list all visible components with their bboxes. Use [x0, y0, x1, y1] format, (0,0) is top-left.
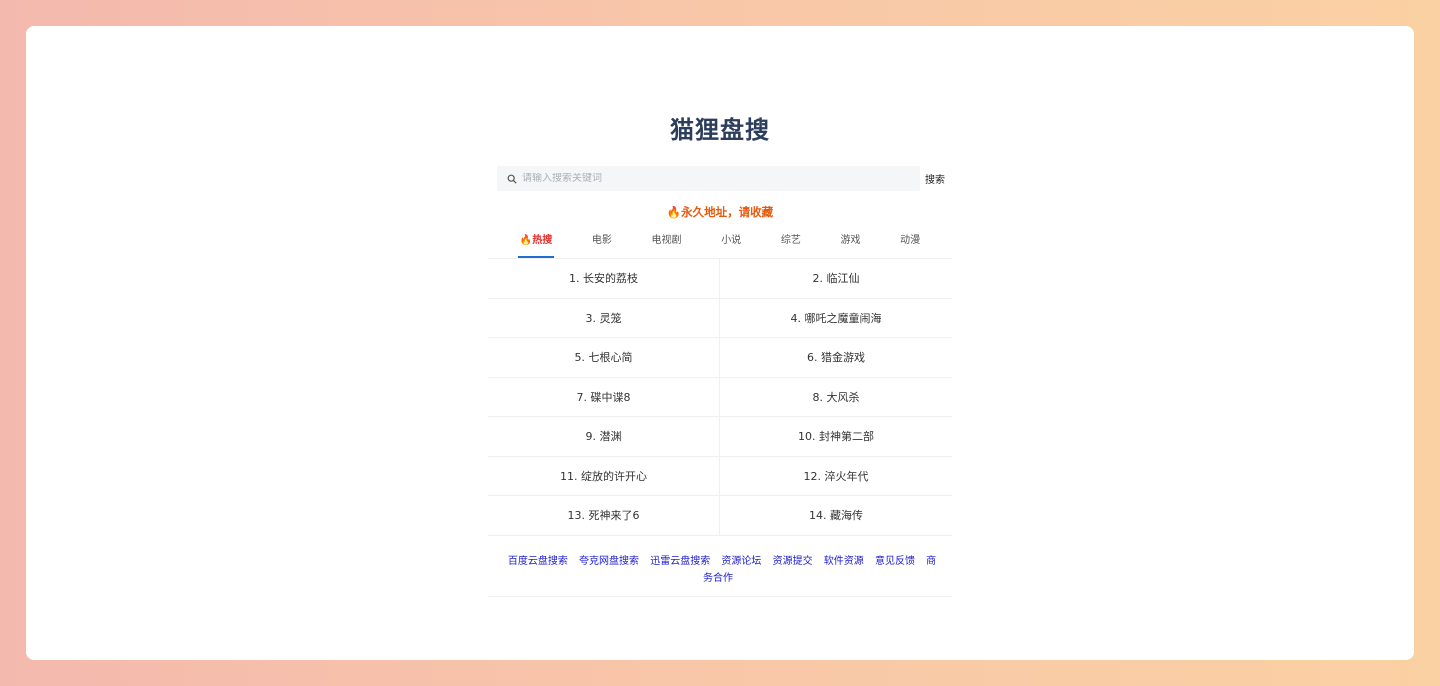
- footer-link-xunlei-search[interactable]: 迅雷云盘搜索: [650, 556, 710, 567]
- tab-tv-series[interactable]: 电视剧: [650, 232, 684, 258]
- hot-item[interactable]: 7. 碟中谍8: [488, 377, 720, 417]
- hot-item[interactable]: 14. 藏海传: [720, 496, 952, 536]
- footer-link-baidu-search[interactable]: 百度云盘搜索: [508, 556, 568, 567]
- hot-search-list: 1. 长安的荔枝 2. 临江仙 3. 灵笼 4. 哪吒之魔童闹海 5. 七根心简…: [488, 258, 952, 536]
- hot-item[interactable]: 13. 死神来了6: [488, 496, 720, 536]
- search-button[interactable]: 搜索: [925, 171, 945, 186]
- search-box: [497, 166, 920, 191]
- site-title: 猫狸盘搜: [670, 116, 770, 144]
- hot-item[interactable]: 12. 淬火年代: [720, 457, 952, 496]
- footer-link-feedback[interactable]: 意见反馈: [875, 556, 915, 567]
- footer-link-submit[interactable]: 资源提交: [773, 556, 813, 567]
- footer-link-forum[interactable]: 资源论坛: [721, 556, 761, 567]
- hot-item[interactable]: 2. 临江仙: [720, 259, 952, 299]
- footer-link-software[interactable]: 软件资源: [824, 556, 864, 567]
- hot-item[interactable]: 5. 七根心简: [488, 338, 720, 378]
- search-input[interactable]: [522, 173, 912, 184]
- search-bar: 搜索: [497, 166, 952, 191]
- hot-item[interactable]: 3. 灵笼: [488, 298, 720, 338]
- tab-novels[interactable]: 小说: [719, 232, 743, 258]
- hot-item[interactable]: 10. 封神第二部: [720, 417, 952, 457]
- tab-movies[interactable]: 电影: [590, 232, 614, 258]
- main-card: 猫狸盘搜 搜索 🔥永久地址，请收藏 🔥热搜 电影 电视剧 小说 综艺 游戏 动漫…: [26, 26, 1414, 660]
- search-icon: [507, 174, 517, 184]
- tab-hot-search[interactable]: 🔥热搜: [517, 232, 555, 258]
- footer-link-quark-search[interactable]: 夸克网盘搜索: [579, 556, 639, 567]
- hot-item[interactable]: 9. 潜渊: [488, 417, 720, 457]
- hot-item[interactable]: 1. 长安的荔枝: [488, 259, 720, 299]
- tab-variety[interactable]: 综艺: [779, 232, 803, 258]
- tab-games[interactable]: 游戏: [838, 232, 862, 258]
- category-tabs: 🔥热搜 电影 电视剧 小说 综艺 游戏 动漫: [488, 232, 952, 258]
- hot-item[interactable]: 4. 哪吒之魔童闹海: [720, 299, 952, 338]
- hot-item[interactable]: 6. 猎金游戏: [720, 338, 952, 378]
- hot-item[interactable]: 11. 绽放的许开心: [488, 456, 720, 496]
- permanent-address-notice: 🔥永久地址，请收藏: [666, 205, 774, 219]
- hot-item[interactable]: 8. 大风杀: [720, 378, 952, 417]
- footer-links: 百度云盘搜索 夸克网盘搜索 迅雷云盘搜索 资源论坛 资源提交 软件资源 意见反馈…: [488, 553, 952, 597]
- tab-anime[interactable]: 动漫: [898, 232, 922, 258]
